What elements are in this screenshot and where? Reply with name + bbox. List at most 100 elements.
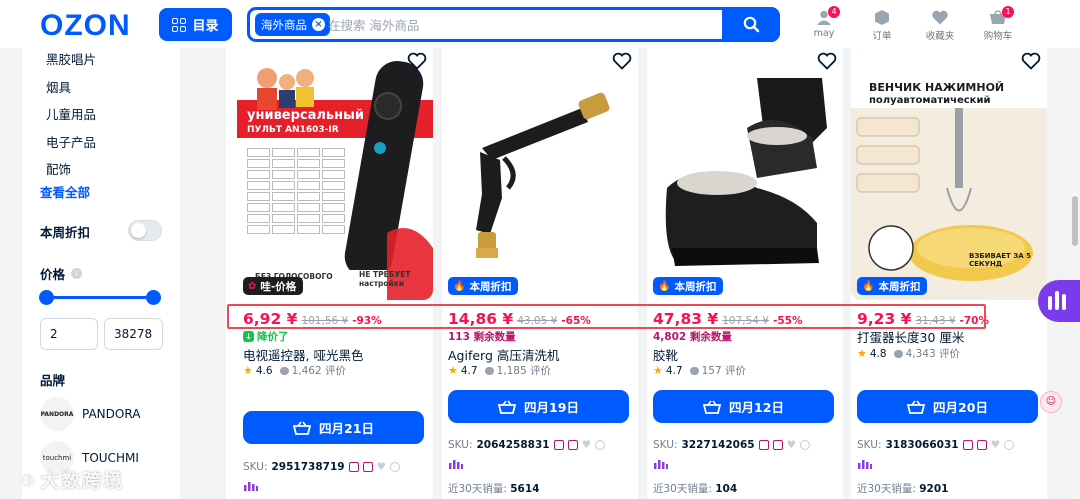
favorite-heart-icon[interactable]: [817, 52, 837, 70]
image-caption: полуавтоматический: [869, 95, 991, 106]
heart-outline-icon[interactable]: ♥: [991, 439, 1000, 451]
brand-option[interactable]: PANDORA PANDORA: [40, 397, 140, 431]
price-min-input[interactable]: [40, 318, 98, 350]
compare-icon[interactable]: [594, 440, 605, 450]
column-gutter: [433, 48, 442, 499]
catalog-button[interactable]: 目录: [159, 8, 232, 41]
promo-badge: 🔥 本周折扣: [857, 277, 928, 295]
weekly-discount-toggle[interactable]: [128, 220, 162, 241]
favorite-heart-icon[interactable]: [612, 52, 632, 70]
compare-icon[interactable]: [389, 462, 400, 472]
review-count: 4,343 评价: [905, 348, 960, 360]
star-icon: ★: [653, 364, 663, 377]
copy-icon[interactable]: [348, 462, 359, 472]
sku-value: 2951738719: [271, 461, 345, 473]
external-link-icon[interactable]: [772, 440, 783, 450]
promo-badge: 🔥 本周折扣: [653, 277, 724, 295]
copy-icon[interactable]: [553, 440, 564, 450]
weekly-discount-label: 本周折扣: [40, 225, 91, 240]
rating-row[interactable]: ★ 4.7 1,185 评价: [448, 363, 551, 378]
assistant-icon[interactable]: ☺: [1040, 391, 1062, 413]
promo-badge: ✿ 哇-价格: [243, 277, 304, 295]
filter-sidebar: 黑胶唱片 烟具 儿童用品 电子产品 配饰 查看全部 本周折扣 价格 i 品牌 P…: [22, 48, 180, 499]
clear-scope-icon[interactable]: ×: [312, 18, 325, 31]
rating-row[interactable]: ★ 4.8 4,343 评价: [857, 346, 960, 361]
product-image[interactable]: универсальный ПУЛЬТ AN1603-IR БЕЗ ГОЛОСО…: [237, 48, 433, 300]
product-image[interactable]: 🔥 本周折扣: [647, 48, 843, 300]
copy-icon[interactable]: [962, 440, 973, 450]
promo-badge-label: 本周折扣: [674, 280, 717, 293]
analytics-plugin-icon[interactable]: [244, 482, 258, 491]
external-link-icon[interactable]: [567, 440, 578, 450]
delivery-date: 四月20日: [933, 400, 988, 415]
category-link[interactable]: 烟具: [46, 77, 71, 96]
product-title[interactable]: 胶靴: [653, 345, 678, 364]
box-icon: [873, 10, 891, 25]
comment-icon: [689, 366, 699, 375]
star-icon: ★: [448, 364, 458, 377]
search-icon: [743, 16, 759, 33]
add-to-cart-button[interactable]: 四月12日: [653, 390, 834, 423]
plugin-float-button[interactable]: [1038, 280, 1080, 322]
comment-icon: [279, 366, 289, 375]
analytics-plugin-icon[interactable]: [654, 460, 668, 469]
external-link-icon[interactable]: [976, 440, 987, 450]
copy-icon[interactable]: [758, 440, 769, 450]
search-scope-chip[interactable]: 海外商品 ×: [255, 13, 330, 36]
compare-icon[interactable]: [799, 440, 810, 450]
stock-remaining: 113 剩余数量: [448, 331, 516, 343]
add-to-cart-button[interactable]: 四月20日: [857, 390, 1038, 423]
favorites-link[interactable]: 收藏夹: [920, 10, 960, 42]
rating-row[interactable]: ★ 4.7 157 评价: [653, 363, 746, 378]
product-card[interactable]: ВЕНЧИК НАЖИМНОЙ полуавтоматический ВЗБИВ…: [851, 48, 1047, 499]
rating-row[interactable]: ★ 4.6 1,462 评价: [243, 363, 346, 378]
price-max-input[interactable]: [104, 318, 163, 350]
product-card[interactable]: универсальный ПУЛЬТ AN1603-IR БЕЗ ГОЛОСО…: [237, 48, 433, 499]
see-all-link[interactable]: 查看全部: [40, 182, 90, 201]
scrollbar[interactable]: [1070, 48, 1080, 499]
add-to-cart-button[interactable]: 四月19日: [448, 390, 629, 423]
category-link[interactable]: 儿童用品: [46, 104, 96, 123]
category-link[interactable]: 配饰: [46, 159, 71, 178]
image-caption: ВЗБИВАЕТ ЗА 5 СЕКУНД: [969, 252, 1031, 268]
product-image[interactable]: 🔥 本周折扣: [442, 48, 638, 300]
product-image[interactable]: ВЕНЧИК НАЖИМНОЙ полуавтоматический ВЗБИВ…: [851, 48, 1047, 300]
price-slider-min-handle[interactable]: [39, 290, 54, 305]
search-button[interactable]: [722, 7, 780, 42]
pressure-washer-gun-image: [442, 48, 638, 300]
product-card[interactable]: 🔥 本周折扣 47,83 ¥ 107,54 ¥ -55% 4,802 剩余数量 …: [647, 48, 843, 499]
rating-value: 4.6: [255, 364, 273, 377]
scrollbar-thumb[interactable]: [1072, 196, 1078, 246]
analytics-plugin-icon[interactable]: [858, 460, 872, 469]
category-link[interactable]: 黑胶唱片: [46, 49, 96, 68]
flower-icon: ✿: [248, 280, 257, 292]
price-slider-track[interactable]: [46, 296, 154, 299]
product-card[interactable]: 🔥 本周折扣 14,86 ¥ 43,05 ¥ -65% 113 剩余数量 Agi…: [442, 48, 638, 499]
delivery-date: 四月12日: [729, 400, 784, 415]
external-link-icon[interactable]: [362, 462, 373, 472]
delivery-date: 四月21日: [319, 421, 374, 436]
product-title[interactable]: Agiferg 高压清洗机: [448, 345, 559, 364]
info-icon[interactable]: i: [71, 268, 83, 279]
user-menu[interactable]: 4 may: [804, 6, 844, 39]
favorite-heart-icon[interactable]: [407, 52, 427, 70]
search-input[interactable]: [328, 14, 708, 36]
analytics-plugin-icon[interactable]: [449, 460, 463, 469]
favorites-label: 收藏夹: [925, 31, 955, 42]
content-gutter: [180, 48, 226, 499]
product-title[interactable]: 电视遥控器, 哑光黑色: [243, 345, 363, 364]
orders-link[interactable]: 订单: [862, 10, 902, 42]
product-title[interactable]: 打蛋器长度30 厘米: [857, 327, 964, 346]
add-to-cart-button[interactable]: 四月21日: [243, 411, 424, 444]
plugin-logo-icon: [1048, 291, 1066, 310]
heart-outline-icon[interactable]: ♥: [787, 439, 796, 451]
favorite-heart-icon[interactable]: [1021, 52, 1041, 70]
ozon-logo[interactable]: OZON: [40, 9, 131, 43]
category-link[interactable]: 电子产品: [46, 132, 96, 151]
cart-link[interactable]: 1 购物车: [978, 6, 1018, 42]
compare-icon[interactable]: [1003, 440, 1014, 450]
heart-outline-icon[interactable]: ♥: [377, 461, 386, 473]
brand-filter-title: 品牌: [40, 373, 66, 388]
heart-outline-icon[interactable]: ♥: [582, 439, 591, 451]
price-slider-max-handle[interactable]: [146, 290, 161, 305]
